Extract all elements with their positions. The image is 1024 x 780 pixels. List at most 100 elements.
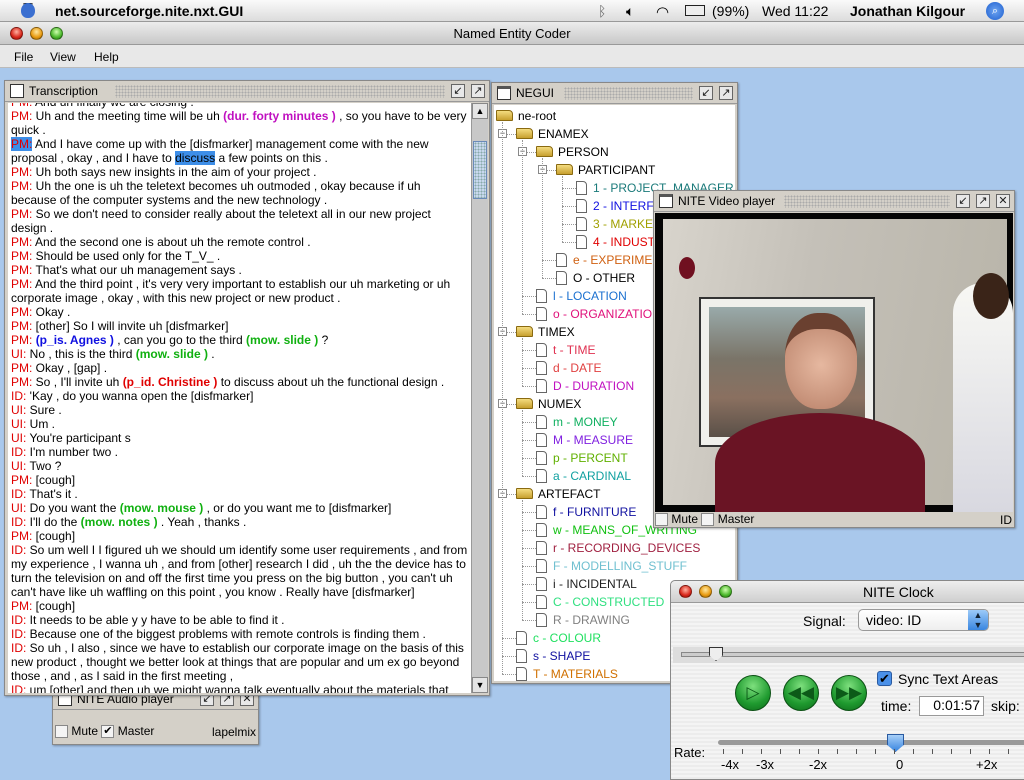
iconify-icon[interactable]: ↙ (699, 86, 713, 100)
tree-folder[interactable]: TIMEX (516, 323, 575, 341)
transcription-text-area[interactable]: PM: And uh finally we are closing .PM: U… (8, 103, 472, 693)
utterance-text[interactable]: a few points on this . (215, 151, 327, 165)
utterance[interactable]: PM: And I have come up with the [disfmar… (11, 137, 469, 165)
named-entity[interactable]: (mow. slide ) (246, 333, 318, 347)
utterance-text[interactable]: And the second one is about uh the remot… (32, 235, 311, 249)
utterance[interactable]: UI: Do you want the (mow. mouse ) , or d… (11, 501, 469, 515)
rewind-button[interactable]: ◀◀ (783, 675, 819, 711)
transcription-scrollbar[interactable]: ▲ ▼ (471, 103, 488, 693)
menu-help[interactable]: Help (94, 50, 119, 64)
utterance-text[interactable]: Because one of the biggest problems with… (26, 627, 426, 641)
tree-leaf[interactable]: t - TIME (536, 341, 595, 359)
named-entity[interactable]: (mow. mouse ) (120, 501, 204, 515)
utterance-text[interactable]: to discuss about uh the functional desig… (217, 375, 445, 389)
zoom-button[interactable] (719, 585, 732, 598)
utterance[interactable]: ID: Because one of the biggest problems … (11, 627, 469, 641)
tree-leaf[interactable]: F - MODELLING_STUFF (536, 557, 687, 575)
utterance-text[interactable]: It needs to be able y y have to be able … (26, 613, 285, 627)
volume-icon[interactable]: 🔈︎ (626, 3, 634, 20)
tree-leaf[interactable]: p - PERCENT (536, 449, 628, 467)
tree-folder[interactable]: ne-root (496, 107, 556, 125)
utterance[interactable]: ID: So uh , I also , since we have to es… (11, 641, 469, 683)
utterance-text[interactable]: [cough] (32, 599, 75, 613)
utterance-text[interactable]: Uh both says new insights in the aim of … (32, 165, 317, 179)
tree-leaf[interactable]: C - CONSTRUCTED (536, 593, 664, 611)
fast-forward-button[interactable]: ▶▶ (831, 675, 867, 711)
utterance-text[interactable]: [other] So I will invite uh [disfmarker] (32, 319, 229, 333)
battery-icon[interactable] (685, 5, 705, 16)
utterance[interactable]: PM: So we don't need to consider really … (11, 207, 469, 235)
utterance[interactable]: ID: It needs to be able y y have to be a… (11, 613, 469, 627)
close-icon[interactable]: ✕ (996, 194, 1010, 208)
named-entity[interactable]: (mow. slide ) (136, 347, 208, 361)
master-checkbox[interactable] (701, 513, 715, 527)
utterance[interactable]: ID: That's it . (11, 487, 469, 501)
utterance[interactable]: PM: Uh both says new insights in the aim… (11, 165, 469, 179)
utterance[interactable]: ID: 'Kay , do you wanna open the [disfma… (11, 389, 469, 403)
utterance[interactable]: PM: That's what our uh management says . (11, 263, 469, 277)
utterance-text[interactable]: That's what our uh management says . (32, 263, 241, 277)
utterance[interactable]: PM: Uh the one is uh the teletext become… (11, 179, 469, 207)
maximize-icon[interactable]: ↗ (719, 86, 733, 100)
utterance-text[interactable]: [cough] (32, 529, 75, 543)
utterance[interactable]: PM: [other] So I will invite uh [disfmar… (11, 319, 469, 333)
master-checkbox[interactable]: ✔ (101, 725, 115, 739)
iconify-icon[interactable]: ↙ (956, 194, 970, 208)
negui-titlebar[interactable]: NEGUI ↙ ↗ (492, 83, 737, 104)
named-entity[interactable]: (p_id. Christine ) (123, 375, 218, 389)
utterance[interactable]: ID: I'll do the (mow. notes ) . Yeah , t… (11, 515, 469, 529)
utterance-text[interactable]: , or do you want me to [disfmarker] (203, 501, 392, 515)
user-name[interactable]: Jonathan Kilgour (850, 3, 965, 19)
tree-leaf[interactable]: c - COLOUR (516, 629, 601, 647)
named-entity[interactable]: (dur. forty minutes ) (223, 109, 336, 123)
utterance-text[interactable]: You're participant s (26, 431, 130, 445)
tree-leaf[interactable]: o - ORGANIZATION (536, 305, 661, 323)
app-name[interactable]: net.sourceforge.nite.nxt.GUI (55, 3, 243, 19)
tree-leaf[interactable]: R - DRAWING (536, 611, 630, 629)
named-entity[interactable]: (p_is. Agnes ) (36, 333, 114, 347)
tree-leaf[interactable]: f - FURNITURE (536, 503, 636, 521)
wifi-icon[interactable]: ◠ (656, 3, 669, 21)
utterance[interactable]: PM: [cough] (11, 473, 469, 487)
mute-checkbox[interactable] (655, 513, 668, 527)
tree-leaf[interactable]: D - DURATION (536, 377, 634, 395)
utterance-text[interactable]: , can you go to the third (114, 333, 246, 347)
utterance-text[interactable]: Two ? (26, 459, 61, 473)
zoom-button[interactable] (50, 27, 63, 40)
tree-folder[interactable]: NUMEX (516, 395, 581, 413)
utterance[interactable]: UI: Um . (11, 417, 469, 431)
utterance-text[interactable]: um [other] and then uh we might wanna ta… (26, 683, 449, 693)
utterance-text[interactable]: Okay , [gap] . (32, 361, 107, 375)
video-player-titlebar[interactable]: NITE Video player ↙ ↗ ✕ (654, 191, 1014, 212)
utterance[interactable]: PM: So , I'll invite uh (p_id. Christine… (11, 375, 469, 389)
utterance-text[interactable]: . Yeah , thanks . (158, 515, 246, 529)
named-entity[interactable]: (mow. notes ) (81, 515, 158, 529)
tree-folder[interactable]: PARTICIPANT (556, 161, 655, 179)
utterance[interactable]: PM: [cough] (11, 529, 469, 543)
tree-leaf[interactable]: T - MATERIALS (516, 665, 618, 681)
utterance-text[interactable]: That's it . (26, 487, 77, 501)
utterance-text[interactable]: So uh , I also , since we have to establ… (11, 641, 464, 683)
utterance[interactable]: UI: No , this is the third (mow. slide )… (11, 347, 469, 361)
utterance-text[interactable]: No , this is the third (26, 347, 135, 361)
utterance[interactable]: UI: You're participant s (11, 431, 469, 445)
position-slider[interactable] (673, 647, 1024, 663)
utterance-text[interactable]: So um well I I figured uh we should um i… (11, 543, 467, 599)
tree-leaf[interactable]: M - MEASURE (536, 431, 633, 449)
tree-leaf[interactable]: m - MONEY (536, 413, 618, 431)
utterance-text[interactable]: [cough] (32, 473, 75, 487)
utterance-text[interactable]: 'Kay , do you wanna open the [disfmarker… (26, 389, 254, 403)
utterance-text[interactable]: Do you want the (26, 501, 119, 515)
utterance-text[interactable]: So , I'll invite uh (32, 375, 122, 389)
tree-folder[interactable]: PERSON (536, 143, 609, 161)
utterance[interactable]: ID: I'm number two . (11, 445, 469, 459)
utterance-text[interactable]: I'm number two . (26, 445, 118, 459)
utterance[interactable]: PM: Uh and the meeting time will be uh (… (11, 109, 469, 137)
menu-file[interactable]: File (14, 50, 33, 64)
tree-leaf[interactable]: O - OTHER (556, 269, 635, 287)
time-input[interactable]: 0:01:57 (919, 696, 984, 716)
tree-leaf[interactable]: l - LOCATION (536, 287, 627, 305)
menu-view[interactable]: View (50, 50, 76, 64)
utterance-text[interactable]: Um . (26, 417, 55, 431)
clock-readout[interactable]: Wed 11:22 (762, 3, 828, 19)
